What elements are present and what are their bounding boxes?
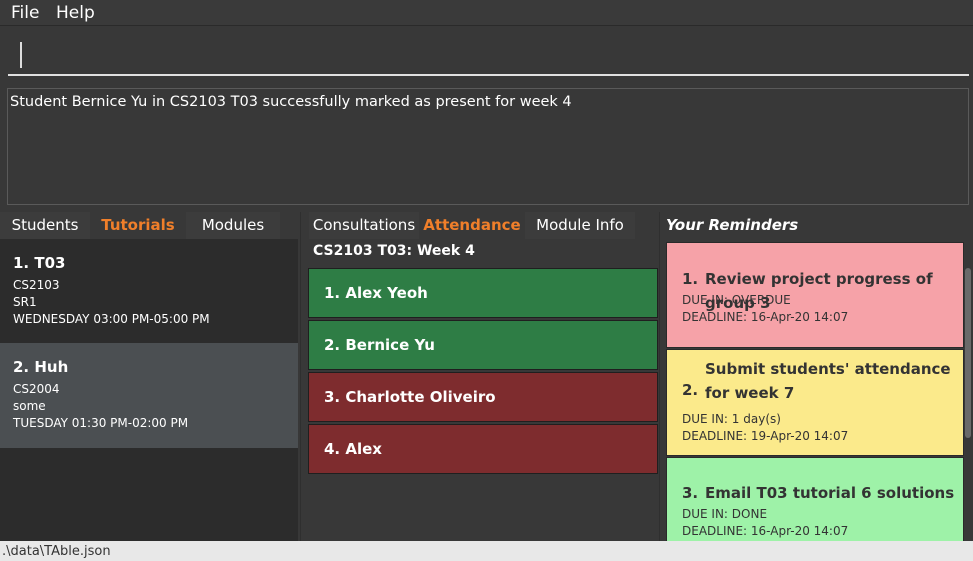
menu-help[interactable]: Help bbox=[56, 3, 95, 23]
reminder-card[interactable]: 3. Email T03 tutorial 6 solutions DUE IN… bbox=[666, 457, 964, 541]
tab-tutorials[interactable]: Tutorials bbox=[92, 212, 184, 239]
tutorial-venue: some bbox=[13, 399, 46, 413]
menu-bar: File Help bbox=[0, 0, 973, 26]
attendance-row[interactable]: 3. Charlotte Oliveiro bbox=[308, 372, 658, 422]
reminders-header: Your Reminders bbox=[666, 216, 799, 234]
attendance-row[interactable]: 4. Alex bbox=[308, 424, 658, 474]
result-message: Student Bernice Yu in CS2103 T03 success… bbox=[10, 94, 572, 110]
attendance-row[interactable]: 2. Bernice Yu bbox=[308, 320, 658, 370]
status-bar: .\data\TAble.json bbox=[0, 541, 973, 561]
reminder-card[interactable]: 2. Submit students' attendance for week … bbox=[666, 349, 964, 456]
reminder-title: Email T03 tutorial 6 solutions bbox=[705, 484, 955, 502]
result-display[interactable]: Student Bernice Yu in CS2103 T03 success… bbox=[7, 88, 969, 205]
tab-attendance[interactable]: Attendance bbox=[421, 212, 523, 239]
tutorial-time: TUESDAY 01:30 PM-02:00 PM bbox=[13, 416, 189, 430]
tab-modules[interactable]: Modules bbox=[186, 212, 280, 239]
text-caret bbox=[20, 42, 22, 68]
tutorial-card[interactable]: 1. T03 CS2103 SR1 WEDNESDAY 03:00 PM-05:… bbox=[0, 239, 298, 344]
command-area bbox=[0, 27, 973, 81]
reminder-card[interactable]: 1. Review project progress of group 3 DU… bbox=[666, 242, 964, 348]
attendance-row[interactable]: 1. Alex Yeoh bbox=[308, 268, 658, 318]
reminder-deadline: DEADLINE: 19-Apr-20 14:07 bbox=[682, 429, 849, 443]
tutorial-time: WEDNESDAY 03:00 PM-05:00 PM bbox=[13, 312, 210, 326]
tutorial-title: 2. Huh bbox=[13, 358, 69, 376]
reminder-number: 2. bbox=[682, 381, 699, 399]
tutorial-venue: SR1 bbox=[13, 295, 37, 309]
reminder-number: 3. bbox=[682, 484, 699, 502]
data-file-path: .\data\TAble.json bbox=[2, 544, 111, 559]
tutorial-module: CS2103 bbox=[13, 278, 60, 292]
tutorial-module: CS2004 bbox=[13, 382, 60, 396]
tab-students[interactable]: Students bbox=[0, 212, 90, 239]
reminder-due: DUE IN: DONE bbox=[682, 507, 768, 521]
middle-tabbar: Consultations Attendance Module Info bbox=[301, 212, 658, 239]
reminder-deadline: DEADLINE: 16-Apr-20 14:07 bbox=[682, 524, 849, 538]
tutorial-title: 1. T03 bbox=[13, 254, 66, 272]
tutorial-card[interactable]: 2. Huh CS2004 some TUESDAY 01:30 PM-02:0… bbox=[0, 343, 298, 448]
reminder-number: 1. bbox=[682, 270, 699, 288]
reminder-due: DUE IN: OVERDUE bbox=[682, 293, 791, 307]
command-input[interactable] bbox=[8, 38, 969, 76]
left-tabbar: Students Tutorials Modules bbox=[0, 212, 298, 239]
tab-consultations[interactable]: Consultations bbox=[309, 212, 419, 239]
reminder-list[interactable]: 1. Review project progress of group 3 DU… bbox=[666, 242, 964, 541]
reminder-title: Submit students' attendance for week 7 bbox=[705, 360, 951, 402]
reminders-scrollbar[interactable] bbox=[965, 268, 971, 438]
tutorial-list: 1. T03 CS2103 SR1 WEDNESDAY 03:00 PM-05:… bbox=[0, 239, 298, 541]
tab-module-info[interactable]: Module Info bbox=[525, 212, 635, 239]
reminder-title: Review project progress of group 3 bbox=[705, 270, 933, 312]
middle-panel: Consultations Attendance Module Info CS2… bbox=[300, 212, 658, 541]
attendance-heading: CS2103 T03: Week 4 bbox=[313, 243, 475, 259]
reminder-due: DUE IN: 1 day(s) bbox=[682, 412, 781, 426]
left-panel: Students Tutorials Modules 1. T03 CS2103… bbox=[0, 212, 298, 541]
menu-file[interactable]: File bbox=[11, 3, 39, 23]
reminders-panel: Your Reminders 1. Review project progres… bbox=[659, 212, 973, 541]
reminder-deadline: DEADLINE: 16-Apr-20 14:07 bbox=[682, 310, 849, 324]
